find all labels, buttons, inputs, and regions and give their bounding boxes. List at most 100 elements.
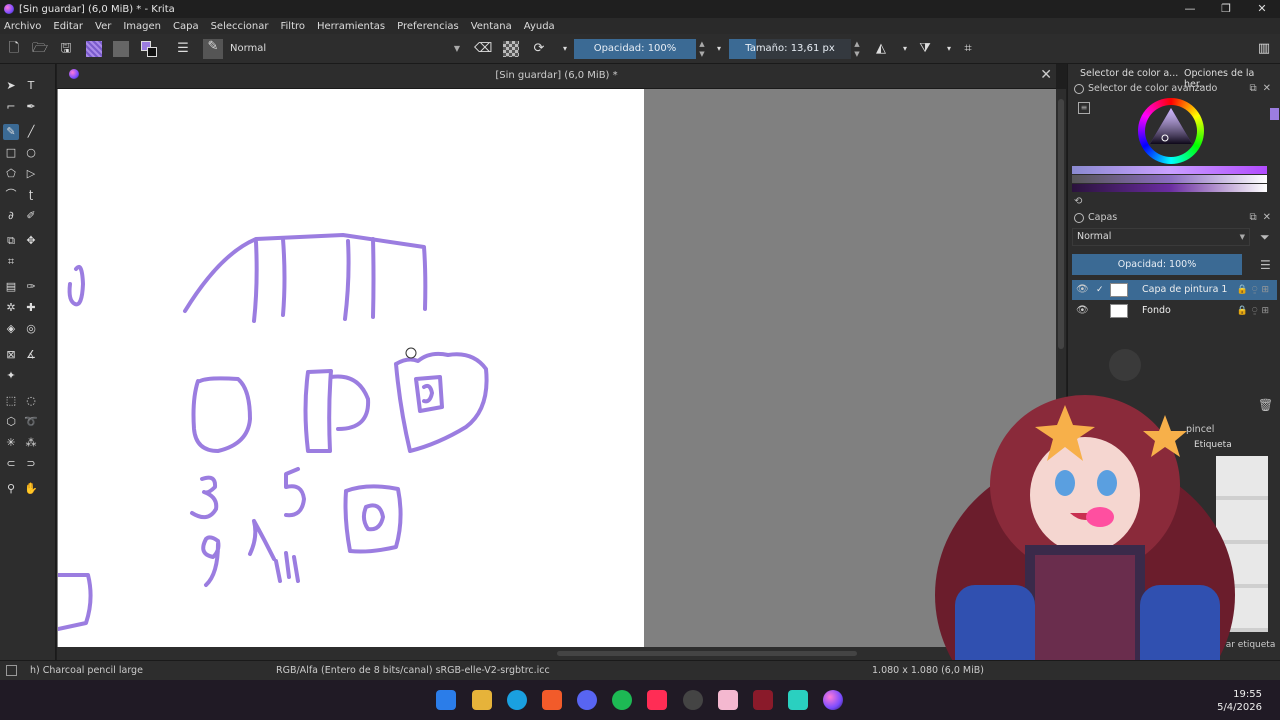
save-icon[interactable]: 🖫	[58, 41, 74, 57]
multibrush-tool-icon[interactable]: ✐	[23, 208, 39, 224]
brave-browser-icon[interactable]	[542, 690, 562, 710]
opacity-slider[interactable]: Opacidad: 100%	[574, 39, 696, 59]
edge-browser-icon[interactable]	[507, 690, 527, 710]
ellipse-select-tool-icon[interactable]: ◌	[23, 393, 39, 409]
fg-bg-color-icon[interactable]	[141, 41, 157, 57]
color-settings-icon[interactable]: ≡	[1078, 102, 1090, 114]
menu-seleccionar[interactable]: Seleccionar	[211, 21, 269, 32]
smart-patch-tool-icon[interactable]: ✚	[23, 300, 39, 316]
brush-settings-icon[interactable]: ☰	[175, 41, 191, 57]
menu-ver[interactable]: Ver	[95, 21, 111, 32]
chevron-down-icon[interactable]: ▾	[897, 41, 913, 57]
color-triangle[interactable]	[1138, 98, 1204, 164]
menu-capa[interactable]: Capa	[173, 21, 199, 32]
close-icon[interactable]: ✕	[1040, 67, 1052, 83]
dynamic-brush-tool-icon[interactable]: ∂	[3, 208, 19, 224]
app-pink-icon[interactable]	[718, 690, 738, 710]
polygon-tool-icon[interactable]: ⬠	[3, 166, 19, 182]
menu-ayuda[interactable]: Ayuda	[524, 21, 555, 32]
dock-float-icon[interactable]: ⧉✕	[1249, 210, 1277, 226]
file-explorer-icon[interactable]	[472, 690, 492, 710]
refresh-icon[interactable]: ⟲	[1074, 196, 1082, 207]
layer-row[interactable]: 👁 Fondo 🔒⍜⊞	[1072, 301, 1277, 321]
select-shape-tool-icon[interactable]: ➤	[3, 78, 19, 94]
maximize-button[interactable]: ❐	[1208, 0, 1244, 18]
layer-lock-icon[interactable]: 🔒⍜⊞	[1237, 301, 1273, 321]
layer-menu-icon[interactable]: ☰	[1260, 258, 1271, 272]
colorize-mask-tool-icon[interactable]: ✲	[3, 300, 19, 316]
menu-ventana[interactable]: Ventana	[471, 21, 512, 32]
color-picker-tool-icon[interactable]: ✑	[23, 279, 39, 295]
size-slider[interactable]: Tamaño: 13,61 px	[729, 39, 851, 59]
trash-icon[interactable]: 🗑	[1258, 398, 1273, 412]
layer-blend-select[interactable]: Normal ▼	[1072, 228, 1250, 246]
krita-taskbar-icon[interactable]	[823, 690, 843, 710]
menu-editar[interactable]: Editar	[53, 21, 83, 32]
crop-tool-icon[interactable]: ⌗	[3, 254, 19, 270]
ellipse-tool-icon[interactable]: ○	[23, 145, 39, 161]
reference-tool-icon[interactable]: ✦	[3, 368, 19, 384]
move-tool-icon[interactable]: ✥	[23, 233, 39, 249]
polygon-select-tool-icon[interactable]: ⬡	[3, 414, 19, 430]
gradient-tool-icon[interactable]: ▤	[3, 279, 19, 295]
freehand-brush-tool-icon[interactable]: ✎	[3, 124, 19, 140]
layer-row[interactable]: 👁 ✓ Capa de pintura 1 🔒⍜⊞	[1072, 280, 1277, 300]
tab-color-selector[interactable]: Selector de color a...	[1080, 68, 1178, 79]
pan-tool-icon[interactable]: ✋	[23, 481, 39, 497]
polyline-tool-icon[interactable]: ▷	[23, 166, 39, 182]
freehand-path-tool-icon[interactable]: ʈ	[23, 187, 39, 203]
canvas-area[interactable]	[57, 89, 1056, 647]
enclose-fill-tool-icon[interactable]: ◎	[23, 321, 39, 337]
bezier-tool-icon[interactable]: ⌒	[3, 187, 19, 203]
measure-tool-icon[interactable]: ∡	[23, 347, 39, 363]
checkmark-icon[interactable]: ✓	[1096, 280, 1104, 300]
dock-float-icon[interactable]: ⧉✕	[1249, 81, 1277, 97]
line-tool-icon[interactable]: ╱	[23, 124, 39, 140]
filter-icon[interactable]: ⏷	[1260, 230, 1270, 245]
chevron-down-icon[interactable]: ▾	[941, 41, 957, 57]
size-spinner[interactable]: ▲ ▼	[852, 39, 862, 59]
chevron-down-icon[interactable]: ▾	[557, 41, 573, 57]
obs-icon[interactable]	[683, 690, 703, 710]
menu-filtro[interactable]: Filtro	[280, 21, 305, 32]
bezier-select-tool-icon[interactable]: ⊂	[3, 456, 19, 472]
new-document-icon[interactable]: 🗋	[6, 41, 22, 57]
reload-preset-icon[interactable]: ⟳	[531, 41, 547, 57]
tiktok-icon[interactable]	[647, 690, 667, 710]
document-tab[interactable]: [Sin guardar] (6,0 MiB) * ✕	[57, 64, 1056, 89]
similar-select-tool-icon[interactable]: ⁂	[23, 435, 39, 451]
horizontal-scrollbar[interactable]	[57, 647, 1056, 661]
freehand-select-tool-icon[interactable]: ➰	[23, 414, 39, 430]
chevron-down-icon[interactable]: ▾	[711, 41, 727, 57]
open-document-icon[interactable]: 🗁	[32, 41, 48, 57]
saturation-gradient-bar[interactable]	[1072, 184, 1267, 192]
transform-tool-icon[interactable]: ⧉	[3, 233, 19, 249]
spotify-icon[interactable]	[612, 690, 632, 710]
zoom-tool-icon[interactable]: ⚲	[3, 481, 19, 497]
mirror-horizontal-icon[interactable]: ◭	[873, 41, 889, 57]
alpha-lock-icon[interactable]	[503, 41, 519, 57]
layer-opacity-slider[interactable]: Opacidad: 100%	[1072, 254, 1242, 275]
windows-start-icon[interactable]	[436, 690, 456, 710]
opacity-spinner[interactable]: ▲ ▼	[697, 39, 707, 59]
selection-status-icon[interactable]	[6, 665, 17, 676]
text-tool-icon[interactable]: T	[23, 78, 39, 94]
contiguous-select-tool-icon[interactable]: ✳	[3, 435, 19, 451]
wrap-around-icon[interactable]: ⌗	[960, 41, 976, 57]
assistant-tool-icon[interactable]: ⊠	[3, 347, 19, 363]
pattern-preset-icon[interactable]	[113, 41, 129, 57]
lightness-gradient-bar[interactable]	[1072, 175, 1267, 183]
workspace-icon[interactable]: ▥	[1256, 41, 1272, 57]
eraser-icon[interactable]: ⌫	[474, 41, 492, 57]
document-canvas[interactable]	[58, 89, 644, 647]
fill-tool-icon[interactable]: ◈	[3, 321, 19, 337]
blend-mode-select[interactable]: Normal ▼	[226, 40, 464, 58]
menu-archivo[interactable]: Archivo	[4, 21, 41, 32]
minimize-button[interactable]: —	[1172, 0, 1208, 18]
menu-imagen[interactable]: Imagen	[123, 21, 161, 32]
edit-shapes-tool-icon[interactable]: ⌐	[3, 99, 19, 115]
discord-icon[interactable]	[577, 690, 597, 710]
eye-icon[interactable]: 👁	[1076, 301, 1089, 321]
vtube-studio-icon[interactable]	[753, 690, 773, 710]
layer-lock-icon[interactable]: 🔒⍜⊞	[1237, 280, 1273, 300]
